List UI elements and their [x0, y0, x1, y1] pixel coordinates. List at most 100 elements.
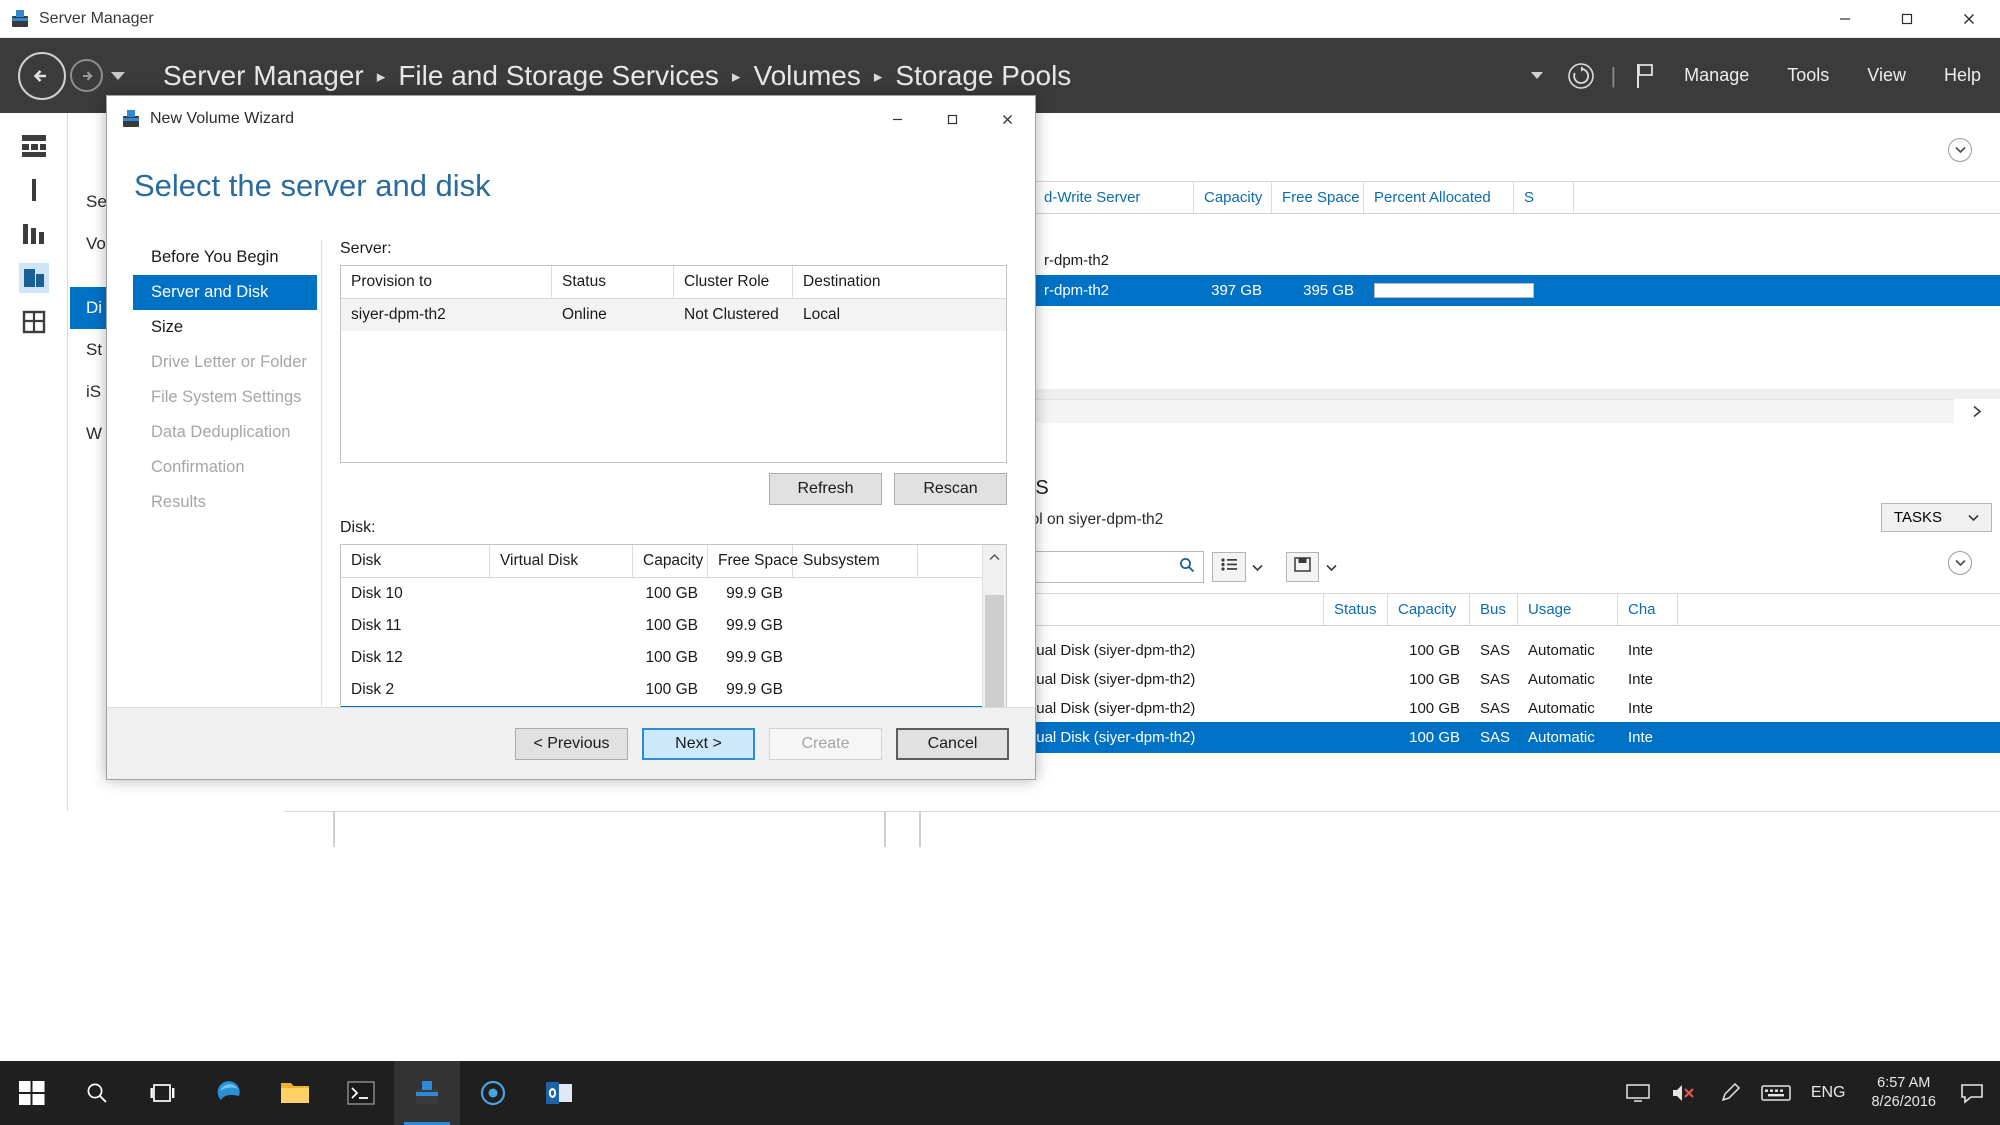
col-disk[interactable]: Disk	[341, 545, 490, 577]
virtual-disks-save-view-button[interactable]	[1286, 552, 1319, 582]
col-read-write-server[interactable]: d-Write Server	[1034, 182, 1194, 213]
cancel-button[interactable]: Cancel	[896, 727, 1009, 760]
notifications-flag-icon[interactable]	[1625, 56, 1665, 96]
table-row[interactable]: Virtual Disk (siyer-dpm-th2) 100 GB SAS …	[1004, 664, 2000, 695]
col-virtual-disk[interactable]: Virtual Disk	[490, 545, 633, 577]
local-server-icon[interactable]	[19, 175, 49, 205]
col-free-space[interactable]: Free Space	[1272, 182, 1364, 213]
cell-subsystem	[793, 642, 918, 674]
col-provision-to[interactable]: Provision to	[341, 266, 552, 298]
windows-start-icon[interactable]	[0, 1061, 64, 1125]
presentation-icon[interactable]	[1615, 1061, 1661, 1125]
maximize-button[interactable]	[1876, 0, 1938, 38]
wizard-step-server-and-disk[interactable]: Server and Disk	[133, 275, 317, 310]
table-row[interactable]: Disk 12 100 GB 99.9 GB	[341, 642, 982, 674]
other-role-icon[interactable]	[19, 307, 49, 337]
col-free-space[interactable]: Free Space	[708, 545, 798, 577]
refresh-button[interactable]: Refresh	[769, 473, 882, 505]
col-status[interactable]: Status	[552, 266, 674, 298]
scroll-thumb[interactable]	[985, 595, 1004, 707]
table-row[interactable]: Disk 2 100 GB 99.9 GB	[341, 674, 982, 706]
breadcrumb-item-2[interactable]: Volumes	[753, 60, 860, 92]
wizard-step-size[interactable]: Size	[133, 310, 317, 345]
wizard-maximize-button[interactable]	[925, 97, 980, 141]
col-blank[interactable]	[918, 545, 982, 577]
taskbar-app-server-manager[interactable]	[394, 1061, 460, 1125]
breadcrumb-item-3[interactable]: Storage Pools	[895, 60, 1071, 92]
virtual-disks-view-button[interactable]	[1212, 552, 1246, 582]
breadcrumb-item-0[interactable]: Server Manager	[163, 60, 364, 92]
nav-history-chevron-down-icon[interactable]	[111, 71, 125, 80]
taskbar-app-outlook[interactable]	[526, 1061, 592, 1125]
save-view-chevron-down-icon[interactable]	[1326, 559, 1337, 577]
header-chevron-down-icon[interactable]	[1531, 72, 1544, 79]
file-storage-services-icon[interactable]	[18, 263, 49, 293]
storage-pools-hscrollbar[interactable]	[1034, 399, 1954, 423]
taskbar-app-command-prompt[interactable]	[328, 1061, 394, 1125]
wizard-close-button[interactable]	[980, 97, 1035, 141]
col-destination[interactable]: Destination	[793, 266, 983, 298]
col-subsystem[interactable]: Subsystem	[793, 545, 918, 577]
table-row[interactable]: Virtual Disk (siyer-dpm-th2) 100 GB SAS …	[1004, 722, 2000, 753]
col-capacity[interactable]: Capacity	[633, 545, 708, 577]
virtual-disks-collapse-chevron-down-icon[interactable]	[1948, 551, 1972, 575]
menu-view[interactable]: View	[1848, 65, 1925, 86]
storage-pools-collapse-chevron-down-icon[interactable]	[1948, 138, 1972, 162]
wizard-minimize-button[interactable]	[870, 97, 925, 141]
clock[interactable]: 6:57 AM 8/26/2016	[1857, 1074, 1950, 1111]
table-row[interactable]: r-dpm-th2 397 GB 395 GB	[1034, 275, 2000, 306]
taskbar-search-icon[interactable]	[64, 1061, 130, 1125]
cell-subsystem	[793, 674, 918, 706]
dashboard-icon[interactable]	[19, 131, 49, 161]
close-button[interactable]	[1938, 0, 2000, 38]
all-servers-icon[interactable]	[19, 219, 49, 249]
minimize-button[interactable]	[1814, 0, 1876, 38]
view-chevron-down-icon[interactable]	[1252, 559, 1263, 577]
breadcrumb-item-1[interactable]: File and Storage Services	[398, 60, 719, 92]
forward-arrow-icon[interactable]	[70, 59, 103, 92]
keyboard-icon[interactable]	[1753, 1061, 1799, 1125]
menu-tools[interactable]: Tools	[1768, 65, 1848, 86]
rescan-button[interactable]: Rescan	[894, 473, 1007, 505]
language-indicator[interactable]: ENG	[1799, 1084, 1858, 1102]
virtual-disks-tasks-button[interactable]: TASKS	[1880, 503, 1992, 532]
col-name[interactable]: e	[1004, 594, 1324, 625]
cell-usage: Automatic	[1528, 700, 1595, 717]
back-arrow-icon[interactable]	[18, 51, 66, 100]
pen-icon[interactable]	[1707, 1061, 1753, 1125]
menu-manage[interactable]: Manage	[1665, 65, 1768, 86]
col-usage[interactable]: Usage	[1518, 594, 1618, 625]
previous-button[interactable]: < Previous	[515, 727, 628, 760]
volume-muted-icon[interactable]	[1661, 1061, 1707, 1125]
taskbar-app-file-explorer[interactable]	[262, 1061, 328, 1125]
wizard-window-controls	[870, 97, 1035, 141]
search-icon[interactable]	[1179, 557, 1195, 578]
taskbar-app-microsoft-edge[interactable]	[196, 1061, 262, 1125]
col-cluster-role[interactable]: Cluster Role	[674, 266, 793, 298]
action-center-icon[interactable]	[1950, 1061, 1994, 1125]
scroll-up-chevron-up-icon[interactable]	[983, 545, 1006, 569]
col-capacity[interactable]: Capacity	[1194, 182, 1272, 213]
cell-disk: Disk 10	[351, 585, 403, 602]
server-grid[interactable]: Provision to Status Cluster Role Destina…	[340, 265, 1007, 463]
table-row[interactable]: Disk 11 100 GB 99.9 GB	[341, 610, 982, 642]
table-row[interactable]: Virtual Disk (siyer-dpm-th2) 100 GB SAS …	[1004, 635, 2000, 666]
next-button[interactable]: Next >	[642, 727, 755, 760]
cell-usage: Automatic	[1528, 642, 1595, 659]
col-status[interactable]: S	[1514, 182, 1574, 213]
taskbar-app-dpm-console[interactable]	[460, 1061, 526, 1125]
wizard-step-before-you-begin[interactable]: Before You Begin	[133, 240, 317, 275]
table-row[interactable]: r-dpm-th2	[1034, 245, 2000, 276]
refresh-icon[interactable]	[1561, 56, 1601, 96]
col-bus[interactable]: Bus	[1470, 594, 1518, 625]
col-status[interactable]: Status	[1324, 594, 1388, 625]
col-capacity[interactable]: Capacity	[1388, 594, 1470, 625]
table-row[interactable]: Disk 10 100 GB 99.9 GB	[341, 578, 982, 610]
table-row[interactable]: siyer-dpm-th2 Online Not Clustered Local	[341, 299, 1006, 331]
task-view-icon[interactable]	[130, 1061, 196, 1125]
col-chassis[interactable]: Cha	[1618, 594, 1678, 625]
table-row[interactable]: Virtual Disk (siyer-dpm-th2) 100 GB SAS …	[1004, 693, 2000, 724]
menu-help[interactable]: Help	[1925, 65, 2000, 86]
col-percent-allocated[interactable]: Percent Allocated	[1364, 182, 1514, 213]
storage-pools-hscroll-right-chevron-right-icon[interactable]	[1954, 399, 2000, 423]
